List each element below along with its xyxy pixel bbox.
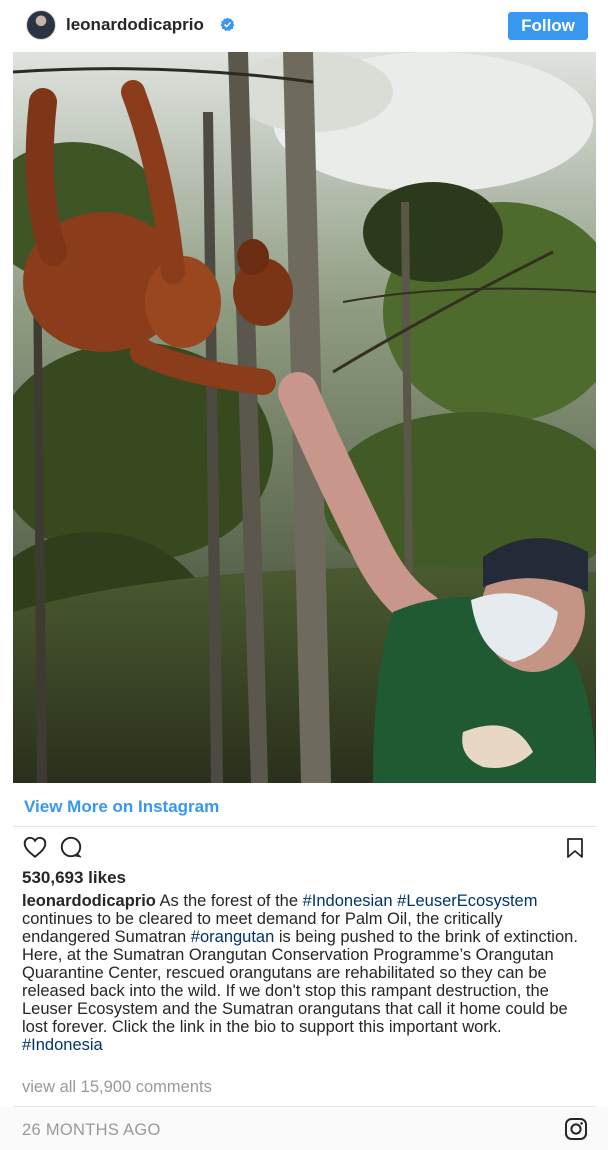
hashtag-link[interactable]: #Indonesia [22,1036,103,1054]
instagram-logo-icon[interactable] [564,1117,588,1141]
bookmark-icon[interactable] [565,837,585,859]
avatar[interactable] [26,10,56,40]
instagram-embed: leonardodicaprio Follow View More on Ins… [0,0,608,1150]
username-link[interactable]: leonardodicaprio [66,15,204,35]
caption-username[interactable]: leonardodicaprio [22,892,156,910]
post-header: leonardodicaprio Follow [0,0,608,52]
hashtag-link[interactable]: #Indonesian [303,892,393,910]
caption-text: As the forest of the [155,892,303,910]
post-photo[interactable] [13,52,596,783]
hashtag-link[interactable]: #LeuserEcosystem [397,892,537,910]
view-comments-link[interactable]: view all 15,900 comments [22,1078,212,1097]
hashtag-link[interactable]: #orangutan [191,928,275,946]
orangutan-forest-photo [13,52,596,783]
timestamp[interactable]: 26 MONTHS AGO [22,1121,161,1140]
verified-badge-icon [220,17,235,31]
follow-button[interactable]: Follow [508,12,588,40]
likes-count[interactable]: 530,693 likes [22,868,126,888]
view-more-link[interactable]: View More on Instagram [24,797,219,817]
divider [13,826,596,827]
heart-icon[interactable] [22,834,48,860]
caption: leonardodicaprio As the forest of the #I… [22,892,582,1054]
comment-icon[interactable] [58,834,84,860]
